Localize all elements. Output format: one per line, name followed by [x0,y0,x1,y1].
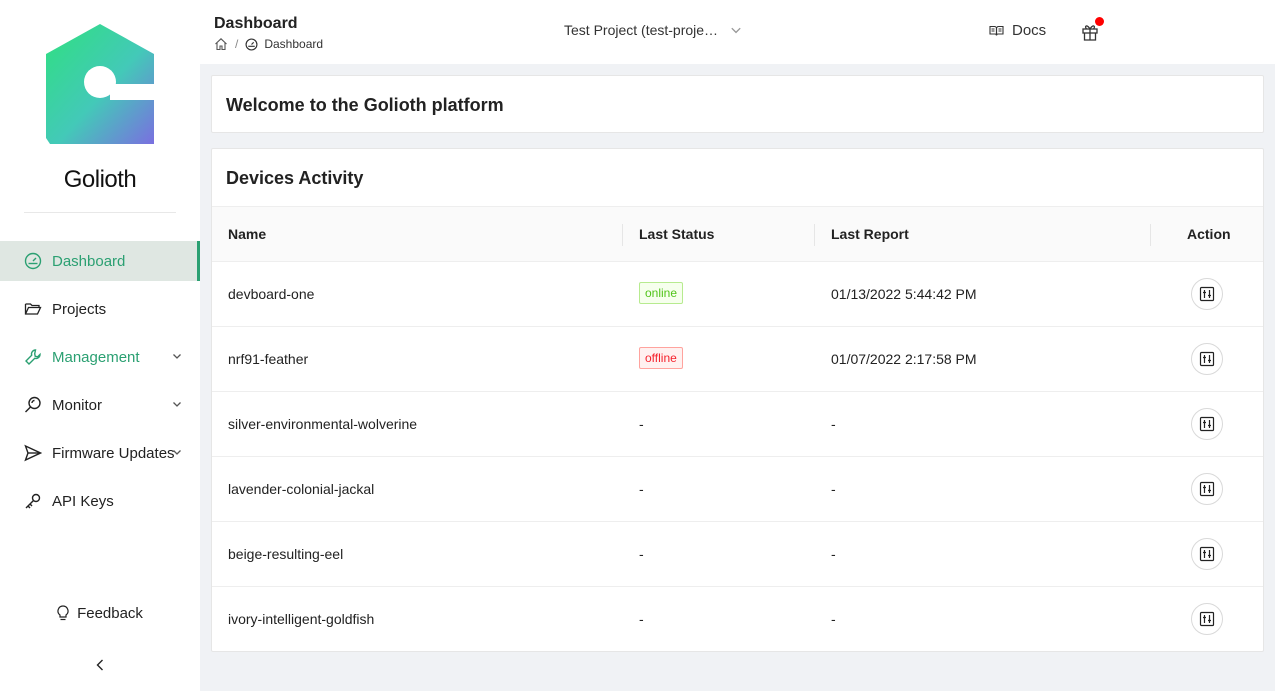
sidebar-item-dashboard[interactable]: Dashboard [0,241,200,281]
chevron-down-icon [173,450,181,455]
last-status: - [639,481,644,497]
table-header: Name Last Status Last Report Action [212,206,1263,262]
sidebar-item-projects[interactable]: Projects [0,289,200,329]
device-settings-button[interactable] [1191,343,1223,375]
docs-link[interactable]: Docs [989,22,1046,39]
notification-dot [1095,17,1104,26]
device-settings-button[interactable] [1191,538,1223,570]
sidebar-item-label: Dashboard [52,252,126,270]
column-divider [622,224,623,246]
feedback-button[interactable]: Feedback [0,601,200,625]
devices-activity-title: Devices Activity [226,168,364,188]
last-status: - [639,611,644,627]
column-header-last-status: Last Status [639,226,715,242]
status-badge: online [639,282,684,304]
table-row: ivory-intelligent-goldfish - - [212,587,1263,652]
last-report: - [831,416,836,432]
device-settings-button[interactable] [1191,603,1223,635]
device-name[interactable]: devboard-one [228,286,314,302]
home-icon[interactable] [214,37,228,51]
device-settings-button[interactable] [1191,408,1223,440]
device-settings-button[interactable] [1191,473,1223,505]
device-name[interactable]: beige-resulting-eel [228,546,343,562]
dashboard-icon [24,252,42,270]
device-name[interactable]: lavender-colonial-jackal [228,481,374,497]
devices-activity-card: Devices Activity Name Last Status Last R… [211,148,1264,652]
sliders-icon [1199,481,1215,497]
device-name[interactable]: ivory-intelligent-goldfish [228,611,374,627]
book-icon [989,25,1004,37]
column-divider [814,224,815,246]
project-selector-value: Test Project (test-proje… [564,22,719,38]
top-header: Dashboard / Dashboard Test Project (test… [200,0,1275,64]
brand-name: Golioth [63,166,137,193]
last-report: - [831,546,836,562]
sidebar-item-label: Firmware Updates [52,444,175,462]
chevron-down-icon [173,402,181,407]
last-report: 01/13/2022 5:44:42 PM [831,286,977,302]
page-title: Dashboard [214,15,298,32]
dashboard-icon [245,38,258,51]
sliders-icon [1199,286,1215,302]
breadcrumb: / Dashboard [214,37,323,51]
key-icon [24,492,42,510]
sidebar-item-label: API Keys [52,492,114,510]
welcome-title: Welcome to the Golioth platform [226,95,504,115]
collapse-sidebar-icon[interactable] [92,657,108,673]
column-header-action: Action [1187,226,1231,242]
sliders-icon [1199,416,1215,432]
feedback-label: Feedback [77,604,143,622]
status-badge: offline [639,347,683,369]
device-name[interactable]: silver-environmental-wolverine [228,416,417,432]
column-divider [1150,224,1151,246]
last-report: - [831,611,836,627]
gift-button[interactable] [1080,17,1104,42]
logo-area: Golioth [0,0,200,213]
golioth-logo [46,24,154,144]
table-row: lavender-colonial-jackal - - [212,457,1263,522]
column-header-last-report: Last Report [831,226,909,242]
sliders-icon [1199,351,1215,367]
last-status: - [639,416,644,432]
sidebar-item-management[interactable]: Management [0,337,200,377]
chevron-down-icon [173,354,181,359]
monitor-search-icon [24,396,42,414]
device-settings-button[interactable] [1191,278,1223,310]
divider [24,212,176,213]
table-row: beige-resulting-eel - - [212,522,1263,587]
breadcrumb-current[interactable]: Dashboard [264,37,323,51]
column-header-name: Name [228,226,267,242]
sidebar-item-firmware-updates[interactable]: Firmware Updates [0,433,200,473]
welcome-card: Welcome to the Golioth platform [211,75,1264,133]
sidebar: Golioth Dashboard Projects Management Mo… [0,0,200,691]
device-name[interactable]: nrf91-feather [228,351,308,367]
last-report: - [831,481,836,497]
folder-open-icon [24,300,42,318]
table-row: nrf91-feather offline 01/07/2022 2:17:58… [212,327,1263,392]
last-report: 01/07/2022 2:17:58 PM [831,351,977,367]
lightbulb-icon [57,605,69,621]
send-icon [24,444,42,462]
sidebar-item-label: Management [52,348,140,366]
breadcrumb-separator: / [235,37,239,51]
table-row: devboard-one online 01/13/2022 5:44:42 P… [212,262,1263,327]
sliders-icon [1199,611,1215,627]
last-status: - [639,546,644,562]
sliders-icon [1199,546,1215,562]
table-row: silver-environmental-wolverine - - [212,392,1263,457]
project-selector[interactable]: Test Project (test-proje… [564,22,742,38]
sidebar-item-label: Monitor [52,396,103,414]
sidebar-item-monitor[interactable]: Monitor [0,385,200,425]
sidebar-item-api-keys[interactable]: API Keys [0,481,200,521]
sidebar-item-label: Projects [52,300,107,318]
devices-table: Name Last Status Last Report Action devb… [212,206,1263,652]
wrench-icon [24,348,42,366]
docs-label: Docs [1012,22,1047,39]
chevron-down-icon [730,24,742,36]
